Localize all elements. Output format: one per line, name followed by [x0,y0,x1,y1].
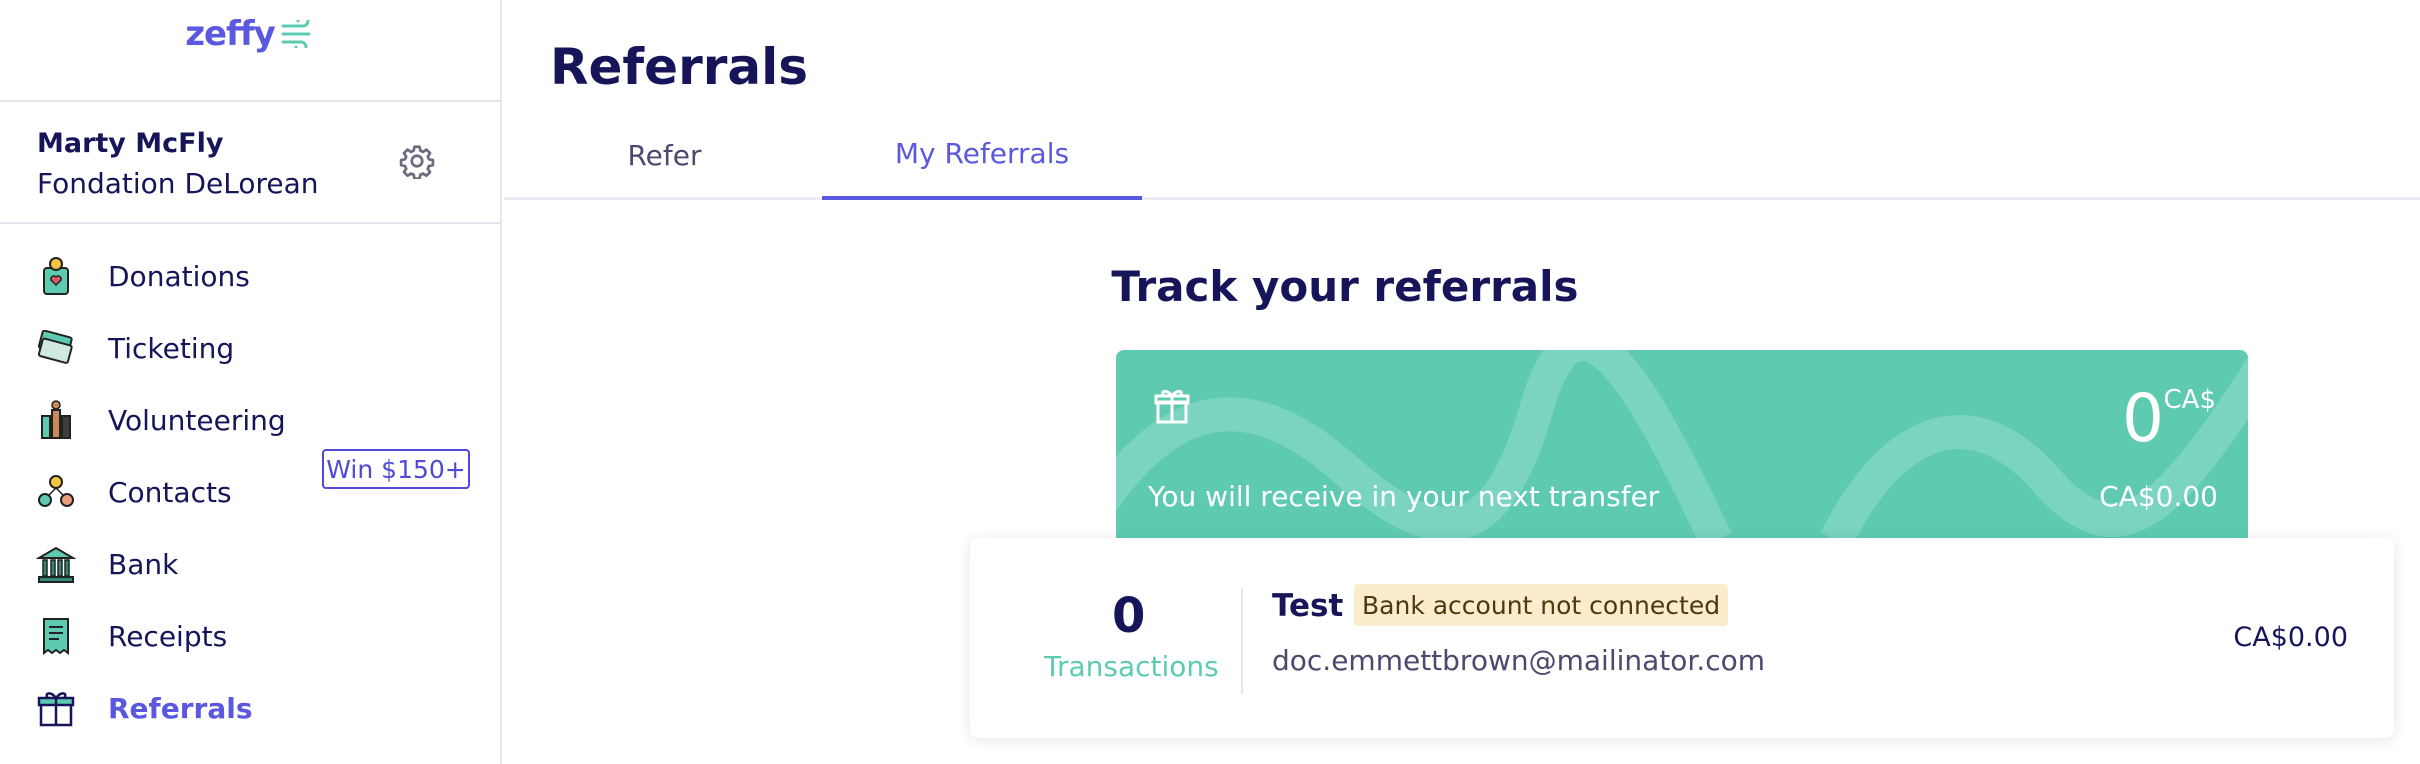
volunteers-icon [36,400,76,440]
sidebar-item-label: Referrals [108,691,253,725]
tickets-icon [36,328,76,368]
sidebar-item-label: Volunteering [108,403,286,437]
bank-icon [36,544,76,584]
transactions-count: 0 [1112,588,1146,644]
next-transfer-label: You will receive in your next transfer [1148,480,1660,513]
gift-icon [36,688,76,728]
sidebar-item-donations[interactable]: Donations [0,246,500,306]
divider [1241,588,1243,694]
referral-name: Test [1272,588,1344,624]
earned-currency: CA$ [2163,385,2216,415]
sidebar-item-volunteering[interactable]: Volunteering [0,390,500,450]
logo-area: zeffy [0,0,500,102]
referral-row[interactable]: 0 Transactions Test Bank account not con… [970,538,2394,738]
donation-box-icon [36,256,76,296]
referral-amount: CA$0.00 [2233,622,2348,653]
referral-earnings-card: 0 CA$ You will receive in your next tran… [1116,350,2248,540]
earned-amount: 0 [2122,380,2164,457]
main-content: Referrals Refer My Referrals Track your … [504,0,2420,764]
contacts-icon [36,472,76,512]
logo-text: zeffy [185,14,276,54]
logo[interactable]: zeffy [185,14,315,54]
sidebar-item-label: Receipts [108,619,228,653]
sidebar-item-referrals[interactable]: Referrals [0,678,500,738]
sidebar: zeffy Marty McFly Fondation DeLorean Don… [0,0,502,764]
logo-wind-icon [281,20,311,48]
referral-email: doc.emmettbrown@mailinator.com [1272,644,1766,677]
transactions-label: Transactions [1044,650,1219,683]
sidebar-item-label: Ticketing [108,331,235,365]
section-heading: Track your referrals [1111,262,1579,311]
sidebar-item-ticketing[interactable]: Ticketing [0,318,500,378]
sidebar-item-bank[interactable]: Bank [0,534,500,594]
next-transfer-amount: CA$0.00 [2099,480,2218,513]
sidebar-item-label: Contacts [108,475,232,509]
tab-bar: Refer My Referrals [504,110,2420,200]
tab-refer[interactable]: Refer [504,110,825,200]
tab-my-referrals[interactable]: My Referrals [822,110,1142,200]
sidebar-item-label: Bank [108,547,179,581]
page-title: Referrals [550,38,809,96]
status-badge: Bank account not connected [1354,584,1729,626]
gear-icon[interactable] [399,143,435,179]
referral-reward-badge[interactable]: Win $150+ [322,449,470,489]
gift-icon [1154,389,1190,424]
receipt-icon [36,616,76,656]
sidebar-item-receipts[interactable]: Receipts [0,606,500,666]
sidebar-item-label: Donations [108,259,250,293]
